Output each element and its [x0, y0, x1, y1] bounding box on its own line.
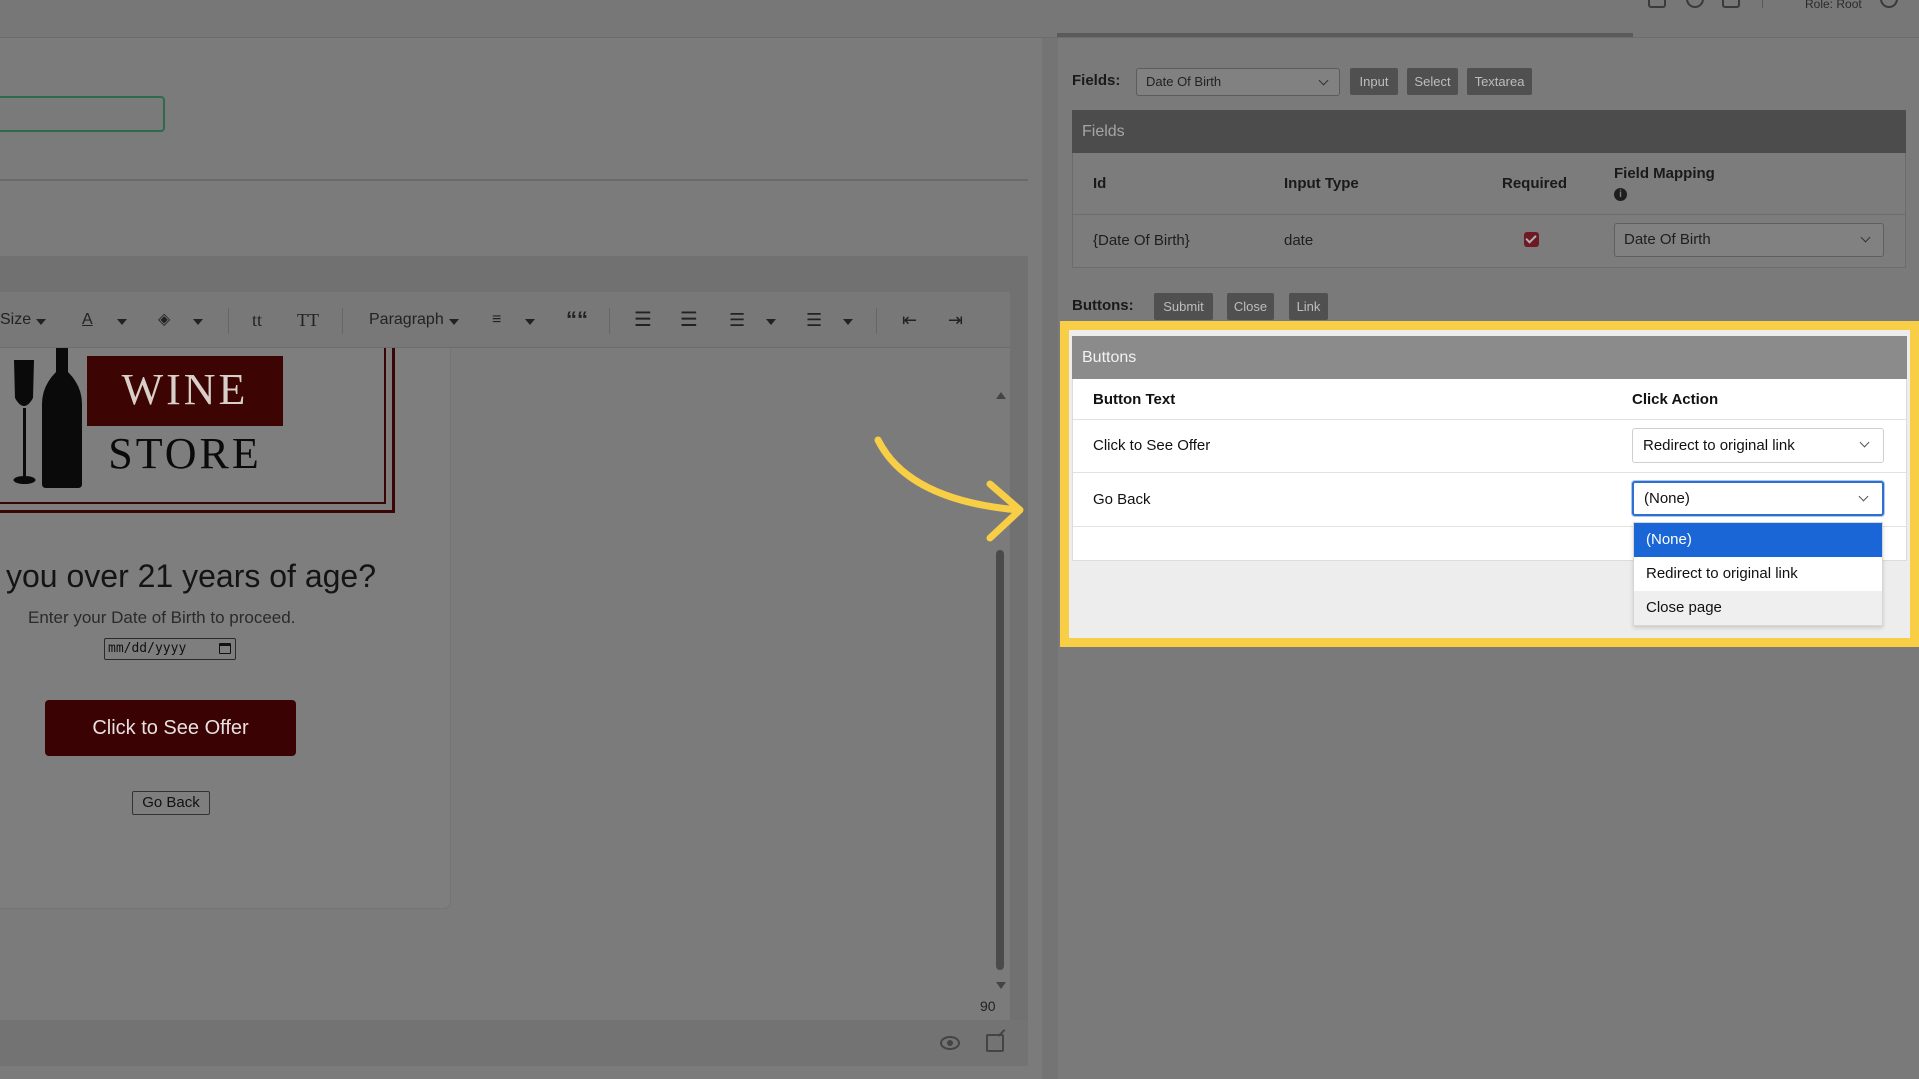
section-divider	[0, 179, 1028, 181]
numbered-list-icon[interactable]: ☰	[729, 310, 745, 330]
highlight-color-icon[interactable]: ◈	[158, 310, 170, 330]
editor-toolbar: Size A ◈ tt TT Paragraph ≡ ““ ☰ ☰ ☰ ☰ ⇤ …	[0, 292, 1010, 348]
add-close-button[interactable]: Close	[1227, 293, 1274, 320]
caret-down-icon[interactable]	[449, 319, 459, 325]
window-icon[interactable]	[1648, 0, 1666, 8]
ordered-list-icon[interactable]: ☰	[634, 310, 652, 330]
see-offer-button[interactable]: Click to See Offer	[45, 700, 296, 756]
chevron-down-icon	[1318, 75, 1329, 86]
align-left-icon[interactable]: ≡	[492, 310, 501, 330]
account-icon[interactable]	[1880, 0, 1898, 8]
button-text-cell: Go Back	[1093, 491, 1151, 508]
col-header-button-text: Button Text	[1093, 391, 1176, 408]
info-icon[interactable]: i	[1614, 188, 1627, 201]
fields-card-title: Fields	[1072, 110, 1906, 153]
fields-label: Fields:	[1072, 72, 1121, 89]
table-row-divider	[1073, 214, 1905, 215]
toolbar-divider	[609, 308, 610, 334]
user-role: Role: Root	[1805, 0, 1862, 11]
lowercase-icon[interactable]: tt	[252, 310, 262, 330]
table-row-divider	[1073, 472, 1906, 473]
editor-canvas[interactable]: WINE STORE you over 21 years of age? Ent…	[0, 348, 1010, 1056]
panel-divider	[1042, 38, 1058, 1079]
required-checkbox[interactable]	[1524, 232, 1539, 247]
scroll-up-arrow[interactable]	[996, 392, 1006, 399]
bullet-list-icon[interactable]: ☰	[806, 310, 822, 330]
logo-text-wine: WINE	[121, 365, 249, 414]
click-action-select-open[interactable]: (None)	[1632, 481, 1884, 516]
fields-select[interactable]: Date Of Birth	[1136, 68, 1340, 96]
dropdown-option[interactable]: (None)	[1634, 523, 1882, 557]
topbar-divider	[1762, 0, 1763, 8]
add-submit-button[interactable]: Submit	[1154, 293, 1213, 320]
editor-status-bar	[0, 1020, 1028, 1066]
col-header-click-action: Click Action	[1632, 391, 1719, 408]
col-header-field-mapping: Field Mapping	[1614, 165, 1715, 182]
caret-down-icon[interactable]	[525, 319, 535, 325]
caret-down-icon[interactable]	[36, 319, 46, 325]
add-input-button[interactable]: Input	[1350, 68, 1398, 95]
email-document: WINE STORE you over 21 years of age? Ent…	[0, 348, 450, 908]
click-action-value: (None)	[1644, 490, 1690, 507]
button-text-cell: Click to See Offer	[1093, 437, 1211, 454]
col-header-required: Required	[1502, 175, 1568, 192]
field-mapping-value: Date Of Birth	[1624, 231, 1711, 248]
col-header-id: Id	[1093, 175, 1107, 192]
buttons-label: Buttons:	[1072, 297, 1134, 314]
outdent-icon[interactable]: ⇤	[902, 310, 917, 330]
add-select-button[interactable]: Select	[1407, 68, 1458, 95]
progress-bar	[1057, 33, 1633, 37]
pointer-arrow-icon	[874, 436, 1024, 542]
add-textarea-button[interactable]: Textarea	[1467, 68, 1532, 95]
chevron-down-icon	[1859, 437, 1870, 448]
titlecase-icon[interactable]: TT	[297, 310, 319, 330]
unordered-list-icon[interactable]: ☰	[680, 310, 698, 330]
buttons-card-title: Buttons	[1072, 336, 1907, 379]
wine-bottle-icon	[42, 348, 82, 488]
font-size-dropdown[interactable]: Size	[0, 310, 31, 330]
date-placeholder: mm/dd/yyyy	[108, 641, 187, 656]
fields-select-value: Date Of Birth	[1146, 74, 1222, 89]
toolbar-divider	[342, 308, 343, 334]
age-subtitle: Enter your Date of Birth to proceed.	[28, 608, 296, 627]
logo-frame: WINE STORE	[0, 348, 395, 513]
wine-glass-icon	[13, 360, 36, 484]
click-action-value: Redirect to original link	[1643, 437, 1795, 454]
zoom-level: 90	[980, 998, 996, 1014]
dropdown-option[interactable]: Close page	[1634, 591, 1882, 625]
indent-icon[interactable]: ⇥	[948, 310, 963, 330]
logo-text-store: STORE	[108, 429, 262, 478]
field-input-type-cell: date	[1284, 232, 1314, 249]
caret-down-icon[interactable]	[117, 319, 127, 325]
toolbar-divider	[876, 308, 877, 334]
scrollbar-thumb[interactable]	[996, 550, 1004, 970]
date-of-birth-input[interactable]: mm/dd/yyyy	[104, 638, 236, 660]
name-input[interactable]	[0, 96, 165, 132]
field-id-cell: {Date Of Birth}	[1093, 232, 1190, 249]
toolbar-divider	[228, 308, 229, 334]
settings-icon[interactable]	[1686, 0, 1704, 8]
chevron-down-icon	[1858, 491, 1869, 502]
field-mapping-select[interactable]: Date Of Birth	[1614, 223, 1884, 257]
caret-down-icon[interactable]	[766, 319, 776, 325]
scroll-down-arrow[interactable]	[996, 982, 1006, 989]
export-icon[interactable]	[1722, 0, 1740, 8]
go-back-button[interactable]: Go Back	[132, 791, 210, 815]
paragraph-format-dropdown[interactable]: Paragraph	[369, 310, 444, 330]
age-question: you over 21 years of age?	[6, 558, 377, 594]
caret-down-icon[interactable]	[843, 319, 853, 325]
click-action-dropdown: (None) Redirect to original link Close p…	[1633, 522, 1883, 626]
external-link-icon[interactable]	[986, 1034, 1004, 1052]
dropdown-option[interactable]: Redirect to original link	[1634, 557, 1882, 591]
table-row-divider	[1073, 419, 1906, 420]
eye-icon[interactable]	[940, 1036, 960, 1050]
click-action-select[interactable]: Redirect to original link	[1632, 428, 1884, 463]
add-link-button[interactable]: Link	[1289, 293, 1328, 320]
blockquote-icon[interactable]: ““	[566, 309, 588, 331]
chevron-down-icon	[1860, 232, 1871, 243]
caret-down-icon[interactable]	[193, 319, 203, 325]
font-color-icon[interactable]: A	[82, 310, 93, 330]
col-header-input-type: Input Type	[1284, 175, 1359, 192]
calendar-icon[interactable]	[219, 643, 231, 654]
